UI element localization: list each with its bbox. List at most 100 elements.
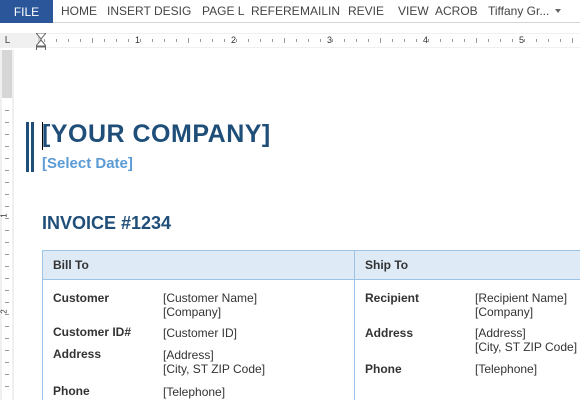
- ruler-tick: [5, 110, 9, 111]
- recipient-company-field[interactable]: [Company]: [475, 305, 533, 319]
- ruler-tick: [5, 374, 9, 375]
- ruler-tick: [344, 39, 345, 42]
- ruler-tick: [440, 39, 441, 42]
- ruler-tick: [380, 38, 381, 43]
- ruler-tick: [5, 314, 9, 315]
- ship-address-field[interactable]: [Address]: [475, 326, 526, 340]
- tab-references[interactable]: REFERE: [251, 0, 300, 23]
- ruler-tick: [272, 39, 273, 42]
- tab-view[interactable]: VIEW: [398, 0, 429, 23]
- customer-name-field[interactable]: [Customer Name]: [163, 291, 257, 305]
- ruler-tick: [5, 278, 9, 279]
- ship-address-label: Address: [365, 326, 414, 340]
- customer-id-field[interactable]: [Customer ID]: [163, 326, 237, 340]
- ruler-tick: [152, 39, 153, 42]
- horizontal-ruler[interactable]: 1 2 3 4 5: [38, 34, 580, 47]
- bill-ship-table[interactable]: Bill To Ship To Customer [Customer Name]…: [42, 250, 580, 400]
- ruler-tick: [116, 39, 117, 42]
- ruler-tick: [392, 39, 393, 42]
- ruler-tick: [212, 39, 213, 42]
- customer-label: Customer: [53, 291, 110, 305]
- ruler-tick: [68, 39, 69, 42]
- customer-id-label: Customer ID#: [53, 325, 132, 339]
- user-account-name[interactable]: Tiffany Gr...: [488, 0, 549, 23]
- ship-city-field[interactable]: [City, ST ZIP Code]: [475, 340, 577, 354]
- ribbon-tab-bar: FILE HOME INSERT DESIG PAGE L REFERE MAI…: [0, 0, 580, 23]
- tab-acrobat[interactable]: ACROB: [435, 0, 478, 23]
- customer-company-field[interactable]: [Company]: [163, 305, 221, 319]
- ship-phone-label: Phone: [365, 362, 402, 376]
- vertical-ruler-margin: [2, 50, 12, 98]
- ruler-tick: [572, 38, 573, 43]
- ruler-tick: [176, 39, 177, 42]
- bill-address-field[interactable]: [Address]: [163, 348, 214, 362]
- ruler-tick: [5, 146, 9, 147]
- ruler-tick: [164, 39, 165, 42]
- ruler-tick: [188, 38, 189, 43]
- heading-accent-bars: [26, 122, 34, 172]
- table-header-row: [43, 251, 580, 280]
- tab-file[interactable]: FILE: [0, 0, 53, 23]
- ruler-tick: [104, 39, 105, 42]
- ruler-tick: [5, 158, 9, 159]
- ruler-tick: [5, 230, 9, 231]
- ruler-tick: [5, 182, 9, 183]
- ruler-tick: [5, 242, 9, 243]
- ruler-tick: [416, 39, 417, 42]
- tab-selector[interactable]: L: [0, 33, 15, 48]
- recipient-name-field[interactable]: [Recipient Name]: [475, 291, 567, 305]
- ruler-tick: [524, 39, 525, 42]
- invoice-number[interactable]: INVOICE #1234: [42, 213, 171, 234]
- ruler-tick: [5, 170, 9, 171]
- chevron-down-icon[interactable]: [555, 9, 561, 13]
- ruler-tick: [464, 39, 465, 42]
- ruler-tick: [248, 39, 249, 42]
- ship-phone-field[interactable]: [Telephone]: [475, 362, 537, 376]
- bill-phone-label: Phone: [53, 384, 90, 398]
- ruler-tick: [476, 38, 477, 43]
- ruler-tick: [560, 39, 561, 42]
- ruler-tick: [92, 38, 93, 43]
- ruler-tick: [80, 39, 81, 42]
- ruler-tick: [512, 39, 513, 42]
- ruler-tick: [5, 290, 9, 291]
- ruler-tick: [5, 386, 9, 387]
- ruler-tick: [5, 122, 9, 123]
- ruler-tick: [5, 266, 9, 267]
- tab-mailings[interactable]: MAILIN: [300, 0, 340, 23]
- tab-home[interactable]: HOME: [61, 0, 97, 23]
- bill-city-field[interactable]: [City, ST ZIP Code]: [163, 362, 265, 376]
- tab-review[interactable]: REVIE: [348, 0, 384, 23]
- ruler-tick: [5, 362, 9, 363]
- bill-phone-field[interactable]: [Telephone]: [163, 385, 225, 399]
- table-column-divider: [354, 251, 355, 400]
- tab-design[interactable]: DESIG: [154, 0, 191, 23]
- ruler-tick: [332, 39, 333, 42]
- ruler-tick: [5, 206, 9, 207]
- company-name-placeholder[interactable]: [YOUR COMPANY]: [42, 120, 271, 149]
- ruler-tick: [5, 134, 9, 135]
- recipient-label: Recipient: [365, 291, 420, 305]
- tab-page-layout[interactable]: PAGE L: [202, 0, 244, 23]
- ruler-tick: [500, 39, 501, 42]
- ruler-tick: [320, 39, 321, 42]
- vertical-ruler-body: [2, 50, 12, 400]
- ship-to-header: Ship To: [365, 258, 409, 272]
- tab-insert[interactable]: INSERT: [107, 0, 151, 23]
- ruler-tick: [128, 39, 129, 42]
- vertical-ruler[interactable]: 1 2: [0, 50, 14, 400]
- horizontal-ruler-bar: L 1 2 3 4 5: [0, 33, 580, 48]
- date-picker-placeholder[interactable]: [Select Date]: [42, 155, 133, 172]
- bill-address-label: Address: [53, 347, 102, 361]
- ruler-tick: [140, 39, 141, 42]
- ruler-tick: [536, 39, 537, 42]
- ruler-tick: [452, 39, 453, 42]
- ruler-tick: [260, 39, 261, 42]
- ruler-tick: [5, 302, 9, 303]
- ruler-tick: [284, 38, 285, 43]
- ruler-tick: [296, 39, 297, 42]
- text-cursor: [42, 122, 43, 150]
- ruler-tick: [308, 39, 309, 42]
- ruler-tick: [404, 39, 405, 42]
- ruler-tick: [56, 39, 57, 42]
